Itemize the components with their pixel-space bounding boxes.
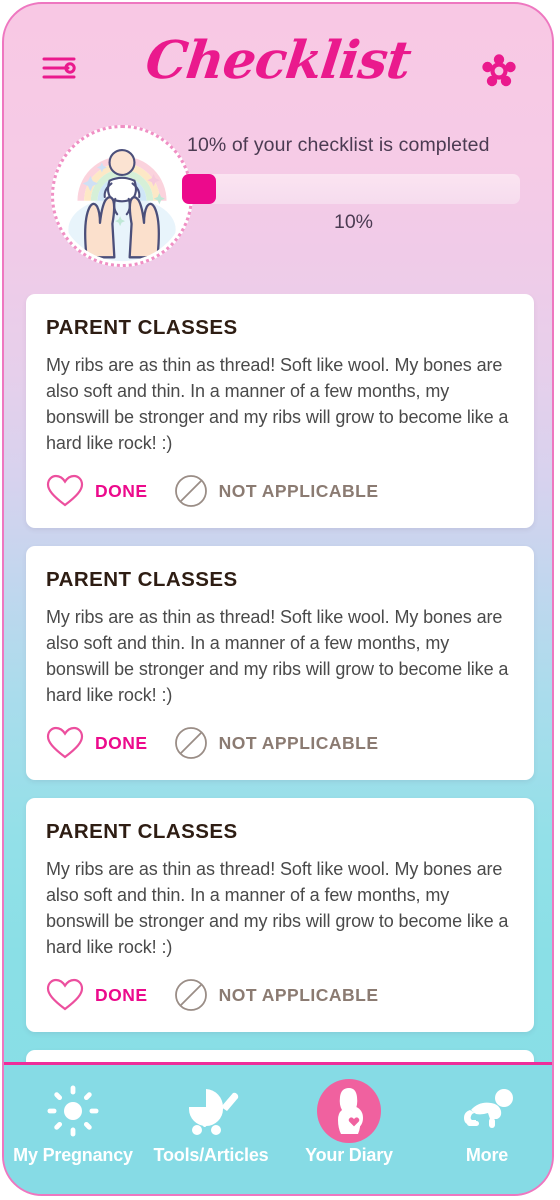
not-applicable-button[interactable]: NOT APPLICABLE (174, 978, 379, 1012)
not-applicable-button[interactable]: NOT APPLICABLE (174, 726, 379, 760)
progress-fill (182, 174, 216, 204)
phone-screen: Checklist 10% of your checklist is compl… (2, 2, 554, 1196)
nav-item-my-pregnancy[interactable]: My Pregnancy (4, 1065, 142, 1166)
done-button[interactable]: DONE (46, 474, 148, 508)
checklist-card[interactable]: PARENT CLASSES My ribs are as thin as th… (26, 546, 534, 780)
nav-label: Your Diary (305, 1145, 393, 1165)
flower-gear-icon[interactable] (482, 54, 516, 88)
pregnant-woman-icon (317, 1079, 381, 1143)
card-title: PARENT CLASSES (46, 568, 238, 591)
not-applicable-label: NOT APPLICABLE (218, 984, 379, 1005)
card-body: My ribs are as thin as thread! Soft like… (46, 607, 509, 705)
sun-icon (47, 1083, 99, 1139)
card-body: My ribs are as thin as thread! Soft like… (46, 859, 509, 957)
no-entry-icon (174, 978, 208, 1012)
nav-label: More (465, 1145, 509, 1165)
active-nav-circle (317, 1079, 381, 1143)
nav-item-your-diary[interactable]: Your Diary (280, 1065, 418, 1166)
done-button[interactable]: DONE (46, 978, 148, 1012)
nav-item-more[interactable]: More (418, 1065, 552, 1166)
card-actions: DONE NOT APPLICABLE (46, 726, 514, 760)
progress-track (187, 174, 520, 204)
hands-holding-baby-illustration (51, 125, 193, 267)
progress-percent-label: 10% (333, 211, 374, 233)
card-body: My ribs are as thin as thread! Soft like… (46, 355, 509, 453)
heart-icon (46, 474, 84, 508)
header: Checklist 10% of your checklist is compl… (4, 4, 552, 286)
stroller-icon (183, 1083, 239, 1139)
card-actions: DONE NOT APPLICABLE (46, 978, 514, 1012)
not-applicable-button[interactable]: NOT APPLICABLE (174, 474, 379, 508)
nav-label: My Pregnancy (13, 1145, 133, 1165)
checklist-card[interactable]: PARENT CLASSES My ribs are as thin as th… (26, 294, 534, 528)
crawling-baby-icon (459, 1083, 515, 1139)
not-applicable-label: NOT APPLICABLE (218, 732, 379, 753)
heart-icon (46, 726, 84, 760)
nav-label: Tools/Articles (153, 1145, 269, 1165)
progress-summary: 10% of your checklist is completed (187, 134, 490, 156)
not-applicable-label: NOT APPLICABLE (218, 480, 379, 501)
page-title: Checklist (142, 30, 414, 91)
done-label: DONE (95, 732, 148, 753)
header-bar: Checklist (4, 4, 552, 110)
done-label: DONE (95, 480, 148, 501)
done-label: DONE (95, 984, 148, 1005)
nav-item-tools-articles[interactable]: Tools/Articles (142, 1065, 280, 1166)
card-title: PARENT CLASSES (46, 316, 238, 339)
no-entry-icon (174, 474, 208, 508)
checklist-card[interactable]: PARENT CLASSES My ribs are as thin as th… (26, 798, 534, 1032)
bottom-navigation-bar: My Pregnancy Tools/Articles Your Diary M… (4, 1062, 552, 1194)
checklist-card-list[interactable]: PARENT CLASSES My ribs are as thin as th… (4, 294, 552, 1066)
done-button[interactable]: DONE (46, 726, 148, 760)
card-actions: DONE NOT APPLICABLE (46, 474, 514, 508)
no-entry-icon (174, 726, 208, 760)
heart-icon (46, 978, 84, 1012)
card-title: PARENT CLASSES (46, 820, 238, 843)
